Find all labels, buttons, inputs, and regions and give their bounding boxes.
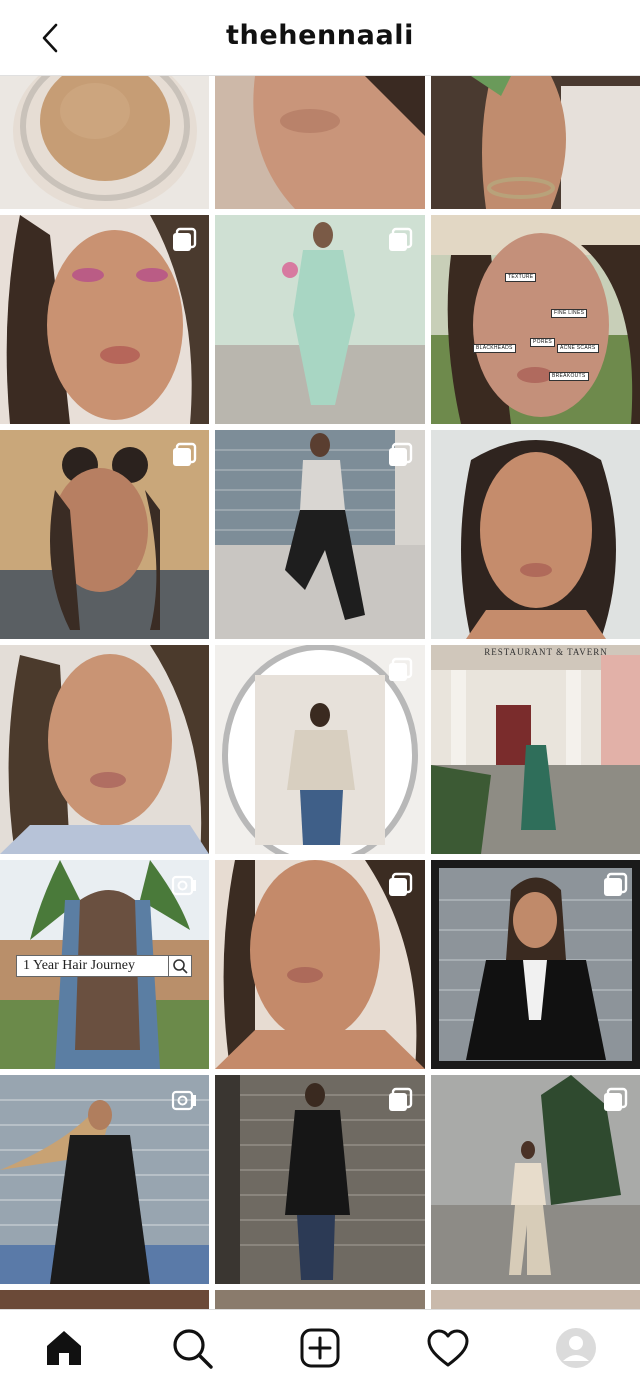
carousel-icon (389, 872, 413, 896)
bracelet-image (431, 76, 640, 209)
skin-tag: TEXTURE (505, 273, 537, 282)
post-thumbnail[interactable] (0, 1075, 209, 1284)
nav-profile-button[interactable] (552, 1324, 600, 1372)
post-thumbnail[interactable] (215, 215, 425, 424)
carousel-icon (389, 657, 413, 681)
profile-username: thehennaali (226, 20, 414, 51)
search-icon (173, 1329, 213, 1369)
nav-new-post-button[interactable] (296, 1324, 344, 1372)
post-thumbnail[interactable] (215, 430, 425, 639)
skin-concerns-image (431, 215, 640, 424)
skin-tag: FINE LINES (551, 309, 588, 318)
post-thumbnail[interactable] (0, 430, 209, 639)
heart-icon (427, 1329, 469, 1367)
post-thumbnail[interactable]: TEXTURE FINE LINES BLACKHEADS PORES ACNE… (431, 215, 640, 424)
nav-search-button[interactable] (168, 1324, 216, 1372)
carousel-icon (389, 227, 413, 251)
post-thumbnail[interactable] (431, 860, 640, 1069)
portrait-image (431, 430, 640, 639)
carousel-icon (173, 227, 197, 251)
post-thumbnail[interactable] (0, 645, 209, 854)
post-thumbnail[interactable] (215, 860, 425, 1069)
post-thumbnail[interactable] (215, 76, 425, 209)
top-bar: thehennaali (0, 0, 640, 76)
post-thumbnail[interactable]: RESTAURANT & TAVERN (431, 645, 640, 854)
skin-tag: BREAKOUTS (549, 372, 589, 381)
skin-tag: ACNE SCARS (557, 344, 599, 353)
post-thumbnail[interactable] (215, 1075, 425, 1284)
building-photo-image (431, 645, 640, 854)
video-search-box (168, 955, 192, 977)
nav-activity-button[interactable] (424, 1324, 472, 1372)
carousel-icon (173, 442, 197, 466)
skin-tag: BLACKHEADS (473, 344, 516, 353)
post-thumbnail[interactable] (0, 76, 209, 209)
post-thumbnail[interactable] (0, 1290, 209, 1309)
carousel-icon (389, 442, 413, 466)
carousel-icon (604, 1087, 628, 1111)
skin-tag: PORES (530, 338, 556, 347)
post-thumbnail[interactable] (431, 1290, 640, 1309)
carousel-icon (389, 1087, 413, 1111)
post-thumbnail[interactable] (215, 645, 425, 854)
video-title-overlay: 1 Year Hair Journey (16, 955, 176, 977)
post-thumbnail[interactable] (431, 76, 640, 209)
plus-square-icon (300, 1328, 340, 1368)
post-thumbnail[interactable] (215, 1290, 425, 1309)
post-thumbnail[interactable]: 1 Year Hair Journey (0, 860, 209, 1069)
igtv-icon (171, 1090, 196, 1111)
compact-powder-image (13, 76, 197, 209)
search-icon (173, 959, 188, 974)
storefront-sign: RESTAURANT & TAVERN (484, 647, 608, 657)
avatar-icon (556, 1328, 596, 1368)
post-thumbnail[interactable] (431, 430, 640, 639)
post-thumbnail[interactable] (431, 1075, 640, 1284)
home-icon (47, 1331, 81, 1365)
post-grid: TEXTURE FINE LINES BLACKHEADS PORES ACNE… (0, 76, 640, 1309)
bottom-navigation (0, 1309, 640, 1386)
portrait-image (215, 76, 425, 209)
igtv-icon (171, 875, 196, 896)
nav-home-button[interactable] (40, 1324, 88, 1372)
post-thumbnail[interactable] (0, 215, 209, 424)
portrait-image (0, 645, 209, 854)
carousel-icon (604, 872, 628, 896)
